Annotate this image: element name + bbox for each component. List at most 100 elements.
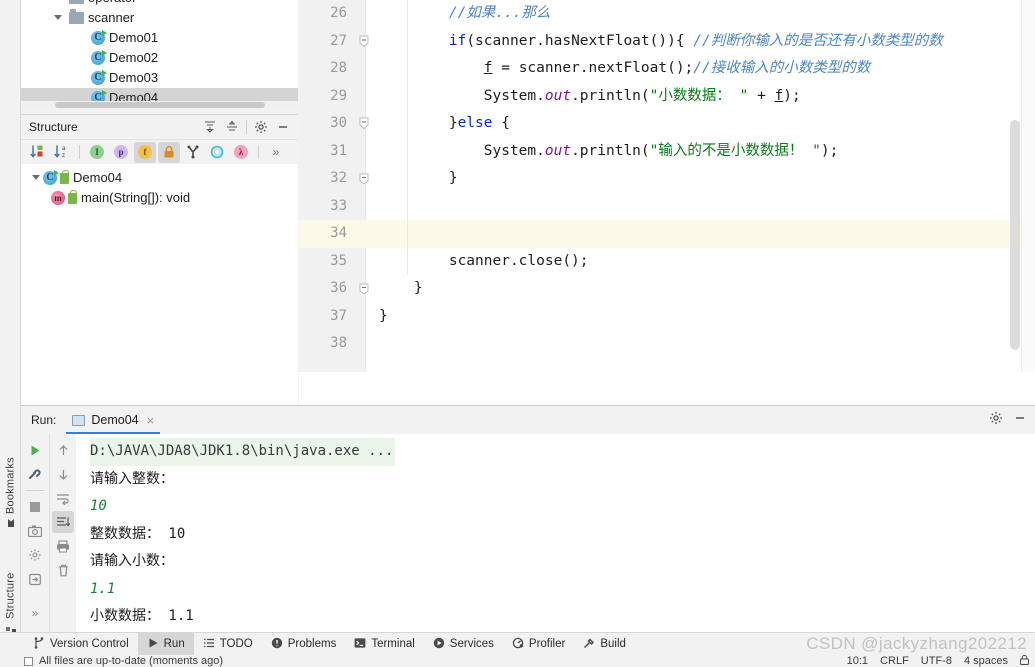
settings-gear-icon[interactable]	[989, 411, 1003, 430]
sort-by-visibility-button[interactable]	[27, 142, 49, 163]
show-inherited-button[interactable]: I	[86, 142, 108, 163]
code-line[interactable]: 28 f = scanner.nextFloat();//接收输入的小数类型的数	[299, 55, 1035, 83]
code-line[interactable]: 27 if(scanner.hasNextFloat()){ //判断你输入的是…	[299, 28, 1035, 56]
collapse-all-button[interactable]	[221, 117, 243, 137]
code-text: if(scanner.hasNextFloat()){ //判断你输入的是否还有…	[448, 32, 943, 49]
pin-tab-button[interactable]	[24, 568, 46, 590]
soft-wrap-button[interactable]	[52, 487, 74, 509]
scroll-up-button[interactable]	[52, 439, 74, 461]
bottom-bar-services[interactable]: Services	[424, 633, 503, 656]
chevron-down-icon[interactable]	[29, 171, 43, 185]
tree-item-demo01[interactable]: C Demo01	[21, 28, 298, 48]
console-line-input: 1.1	[90, 580, 116, 597]
chevron-down-icon[interactable]	[51, 11, 65, 25]
scrollbar-thumb[interactable]	[55, 102, 265, 108]
status-checkbox-icon	[24, 656, 33, 666]
code-text: System.out.println("小数数据： " + f);	[379, 87, 801, 104]
bottom-bar-run[interactable]: Run	[137, 632, 194, 656]
code-line[interactable]: 33	[299, 193, 1035, 221]
bottom-bar-terminal[interactable]: Terminal	[345, 633, 423, 656]
editor-code-area[interactable]: 26 //如果...那么 27 if(scanner.hasNextFloat()…	[299, 0, 1035, 405]
fold-end-icon[interactable]	[358, 282, 372, 296]
code-line[interactable]: 34	[299, 220, 1035, 248]
play-icon	[147, 637, 159, 652]
structure-item-class-label: Demo04	[73, 170, 123, 185]
editor-right-strip	[1021, 0, 1035, 405]
code-line[interactable]: 38	[299, 330, 1035, 358]
structure-item-method[interactable]: m main(String[]): void	[21, 188, 298, 208]
code-line[interactable]: 36 }	[299, 275, 1035, 303]
code-line[interactable]: 30 }else {	[299, 110, 1035, 138]
show-lambdas-button[interactable]: λ	[230, 142, 252, 163]
divider	[26, 490, 44, 491]
bottom-bar-version-control[interactable]: Version Control	[24, 633, 138, 656]
sidebar-tab-structure-label: Structure	[4, 572, 17, 619]
run-tab-demo04[interactable]: Demo04 ×	[66, 406, 161, 434]
bottom-bar-problems[interactable]: Problems	[262, 633, 346, 656]
gear-icon[interactable]	[250, 117, 272, 137]
structure-tree[interactable]: C Demo04 m main(String[]): void	[21, 164, 298, 405]
line-separator[interactable]: CRLF	[880, 655, 909, 667]
code-text: System.out.println("输入的不是小数数据！ ");	[379, 142, 839, 159]
bottom-bar-todo[interactable]: TODO	[194, 633, 262, 656]
divider	[246, 120, 247, 134]
bottom-bar-label: Version Control	[50, 638, 129, 650]
lock-icon[interactable]	[1020, 655, 1029, 667]
project-tree-horizontal-scrollbar[interactable]	[21, 101, 298, 109]
console-output[interactable]: D:\JAVA\JDA8\JDK1.8\bin\java.exe ... 请输入整…	[76, 434, 1035, 633]
fold-end-icon[interactable]	[358, 172, 372, 186]
structure-panel-title: Structure	[29, 120, 78, 134]
show-properties-button[interactable]: p	[110, 142, 132, 163]
fold-collapse-icon[interactable]	[358, 35, 372, 49]
scroll-down-button[interactable]	[52, 463, 74, 485]
close-icon[interactable]: ×	[147, 413, 155, 428]
project-tree[interactable]: operatorscannerCDemo01CDemo02CDemo03CDem…	[21, 0, 298, 101]
fold-collapse-icon[interactable]	[358, 117, 372, 131]
stop-button[interactable]	[24, 496, 46, 518]
more-button[interactable]: »	[24, 602, 46, 624]
chevron-down-icon[interactable]	[51, 0, 65, 5]
show-inherited-button-glyph: I	[90, 145, 104, 159]
sidebar-tab-bookmarks[interactable]: Bookmarks	[0, 440, 21, 532]
code-editor[interactable]: 26 //如果...那么 27 if(scanner.hasNextFloat()…	[299, 0, 1035, 405]
rerun-button[interactable]	[24, 439, 46, 461]
status-bar-right: 10:1 CRLF UTF-8 4 spaces	[847, 655, 1029, 667]
screenshot-button[interactable]	[24, 520, 46, 542]
sidebar-tab-structure[interactable]: Structure	[0, 545, 21, 637]
clear-all-button[interactable]	[52, 559, 74, 581]
hide-button[interactable]	[1013, 411, 1027, 430]
settings-button[interactable]	[24, 544, 46, 566]
code-line[interactable]: 37}	[299, 303, 1035, 331]
debug-button[interactable]	[24, 463, 46, 485]
indent-setting[interactable]: 4 spaces	[964, 655, 1008, 667]
hide-panel-button[interactable]	[272, 117, 294, 137]
code-line[interactable]: 31 System.out.println("输入的不是小数数据！ ");	[299, 138, 1035, 166]
file-encoding[interactable]: UTF-8	[921, 655, 952, 667]
code-line[interactable]: 35 scanner.close();	[299, 248, 1035, 276]
tree-item-scanner[interactable]: scanner	[21, 8, 298, 28]
structure-item-method-label: main(String[]): void	[81, 190, 191, 205]
expand-all-button[interactable]	[199, 117, 221, 137]
caret-position[interactable]: 10:1	[847, 655, 868, 667]
code-line[interactable]: 29 System.out.println("小数数据： " + f);	[299, 83, 1035, 111]
group-methods-button[interactable]	[182, 142, 204, 163]
code-line[interactable]: 32 }	[299, 165, 1035, 193]
code-line[interactable]: 26 //如果...那么	[299, 0, 1035, 28]
tree-item-demo04[interactable]: C Demo04	[21, 88, 298, 101]
more-options-button[interactable]: »	[265, 142, 287, 163]
editor-vertical-scrollbar[interactable]	[1010, 120, 1020, 350]
bottom-bar-profiler[interactable]: Profiler	[503, 633, 574, 656]
scroll-to-end-button[interactable]	[52, 511, 74, 533]
bookmark-icon	[6, 518, 16, 528]
sort-alphabetically-button[interactable]: az	[51, 142, 73, 163]
show-non-public-button[interactable]	[158, 141, 180, 163]
code-text: }else {	[379, 115, 510, 131]
print-button[interactable]	[52, 535, 74, 557]
show-fields-button[interactable]: f	[134, 141, 156, 163]
bottom-bar-build[interactable]: Build	[574, 633, 635, 656]
tree-item-demo03[interactable]: C Demo03	[21, 68, 298, 88]
show-anonymous-classes-button[interactable]	[206, 142, 228, 163]
tree-item-demo02[interactable]: C Demo02	[21, 48, 298, 68]
structure-item-class[interactable]: C Demo04	[21, 168, 298, 188]
tree-item-operator[interactable]: operator	[21, 0, 298, 8]
